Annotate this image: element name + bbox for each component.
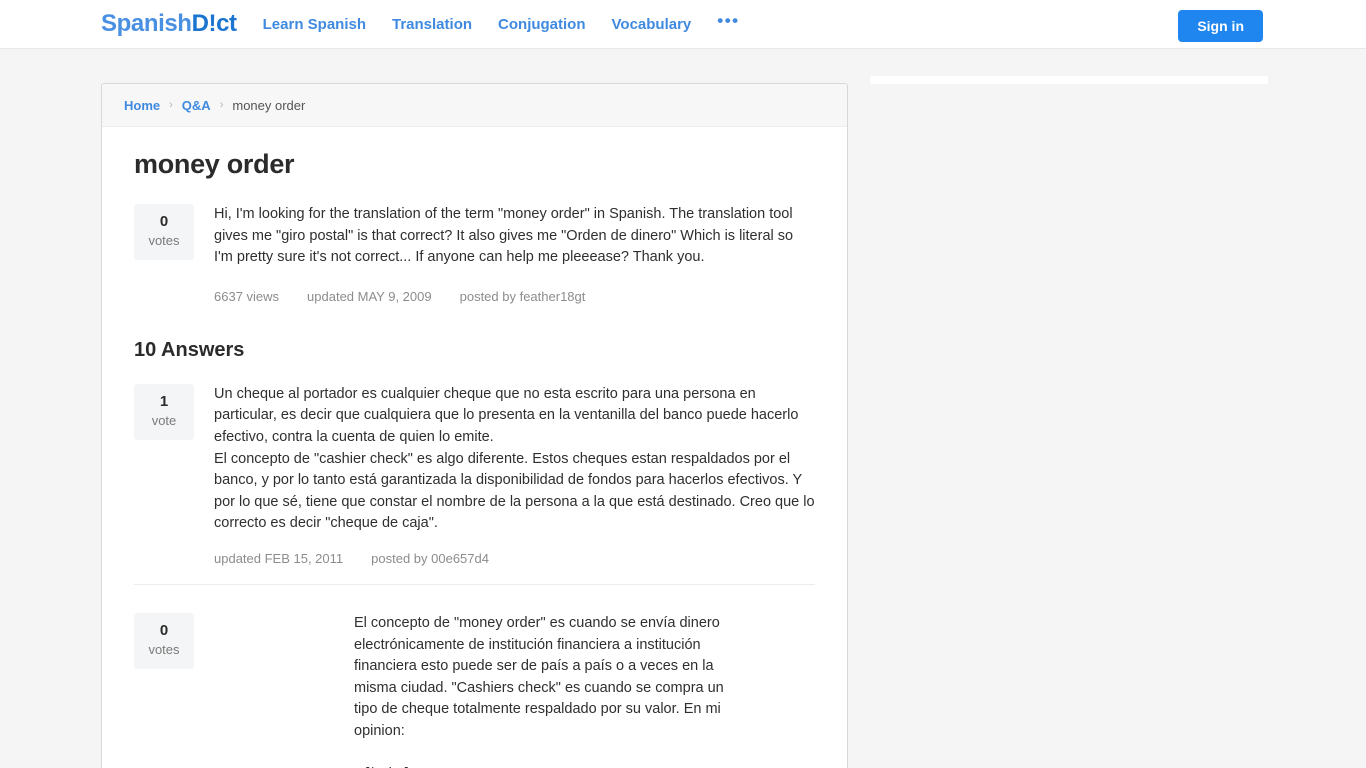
logo-text-dict: D!ct xyxy=(191,10,237,37)
posted-by-user[interactable]: posted by 00e657d4 xyxy=(371,551,489,566)
vote-count: 0 xyxy=(159,213,169,230)
breadcrumb-separator-icon: › xyxy=(219,99,224,111)
breadcrumb-current: money order xyxy=(232,97,306,113)
answer-main: Un cheque al portador es cualquier chequ… xyxy=(214,384,815,566)
vote-label: votes xyxy=(148,232,180,248)
question-meta: 6637 views updated MAY 9, 2009 posted by… xyxy=(214,289,815,304)
vote-label: votes xyxy=(148,641,180,657)
view-count: 6637 views xyxy=(214,288,280,304)
breadcrumb-separator-icon: › xyxy=(169,99,173,111)
vote-label: vote xyxy=(151,412,177,428)
updated-date: updated FEB 15, 2011 xyxy=(214,550,344,566)
answers-heading: 10 Answers xyxy=(134,338,245,361)
answer-main: El concepto de "money order" es cuando s… xyxy=(214,613,815,768)
question-post: 0 votes Hi, I'm looking for the translat… xyxy=(134,204,815,304)
main-content-card: Home › Q&A › money order money order 0 v… xyxy=(101,83,848,768)
breadcrumb-qa[interactable]: Q&A xyxy=(182,98,211,113)
question-main: Hi, I'm looking for the translation of t… xyxy=(214,204,815,304)
answer-post: 0 votes El concepto de "money order" es … xyxy=(134,612,815,768)
site-logo[interactable]: SpanishD!ct xyxy=(101,12,237,36)
nav-item-conjugation[interactable]: Conjugation xyxy=(498,16,585,33)
card-body: money order 0 votes Hi, I'm looking for … xyxy=(102,127,847,768)
nav-item-learn-spanish[interactable]: Learn Spanish xyxy=(263,16,366,33)
question-vote-box[interactable]: 0 votes xyxy=(134,204,194,261)
vote-count: 0 xyxy=(159,621,169,639)
updated-date: updated MAY 9, 2009 xyxy=(307,288,432,304)
advertisement-slot xyxy=(870,76,1268,84)
page-title: money order xyxy=(134,149,295,179)
answer-vote-box[interactable]: 1 vote xyxy=(134,383,194,441)
site-header: SpanishD!ct Learn Spanish Translation Co… xyxy=(0,0,1366,49)
answer-body: El concepto de "money order" es cuando s… xyxy=(354,614,724,768)
vote-count: 1 xyxy=(159,392,169,410)
question-body: Hi, I'm looking for the translation of t… xyxy=(214,206,794,266)
nav-item-vocabulary[interactable]: Vocabulary xyxy=(612,16,692,33)
logo-text-spanish: Spanish xyxy=(101,10,192,37)
page-body: Home › Q&A › money order money order 0 v… xyxy=(0,49,1366,768)
more-menu-icon[interactable]: ••• xyxy=(717,12,739,31)
answer-post: 1 vote Un cheque al portador es cualquie… xyxy=(134,383,815,566)
posted-by-user[interactable]: posted by feather18gt xyxy=(460,289,586,304)
breadcrumb: Home › Q&A › money order xyxy=(102,84,847,127)
right-sidebar xyxy=(870,49,1268,768)
nav-item-translation[interactable]: Translation xyxy=(392,16,472,33)
breadcrumb-home[interactable]: Home xyxy=(124,98,160,113)
main-navigation: Learn Spanish Translation Conjugation Vo… xyxy=(263,12,740,33)
answer-vote-box[interactable]: 0 votes xyxy=(134,612,194,670)
answer-item: 1 vote Un cheque al portador es cualquie… xyxy=(134,383,815,584)
answer-item: 0 votes El concepto de "money order" es … xyxy=(134,583,815,768)
answer-body: Un cheque al portador es cualquier chequ… xyxy=(214,385,815,532)
sign-in-button[interactable]: Sign in xyxy=(1178,10,1263,43)
answer-meta: updated FEB 15, 2011 posted by 00e657d4 xyxy=(214,551,815,566)
